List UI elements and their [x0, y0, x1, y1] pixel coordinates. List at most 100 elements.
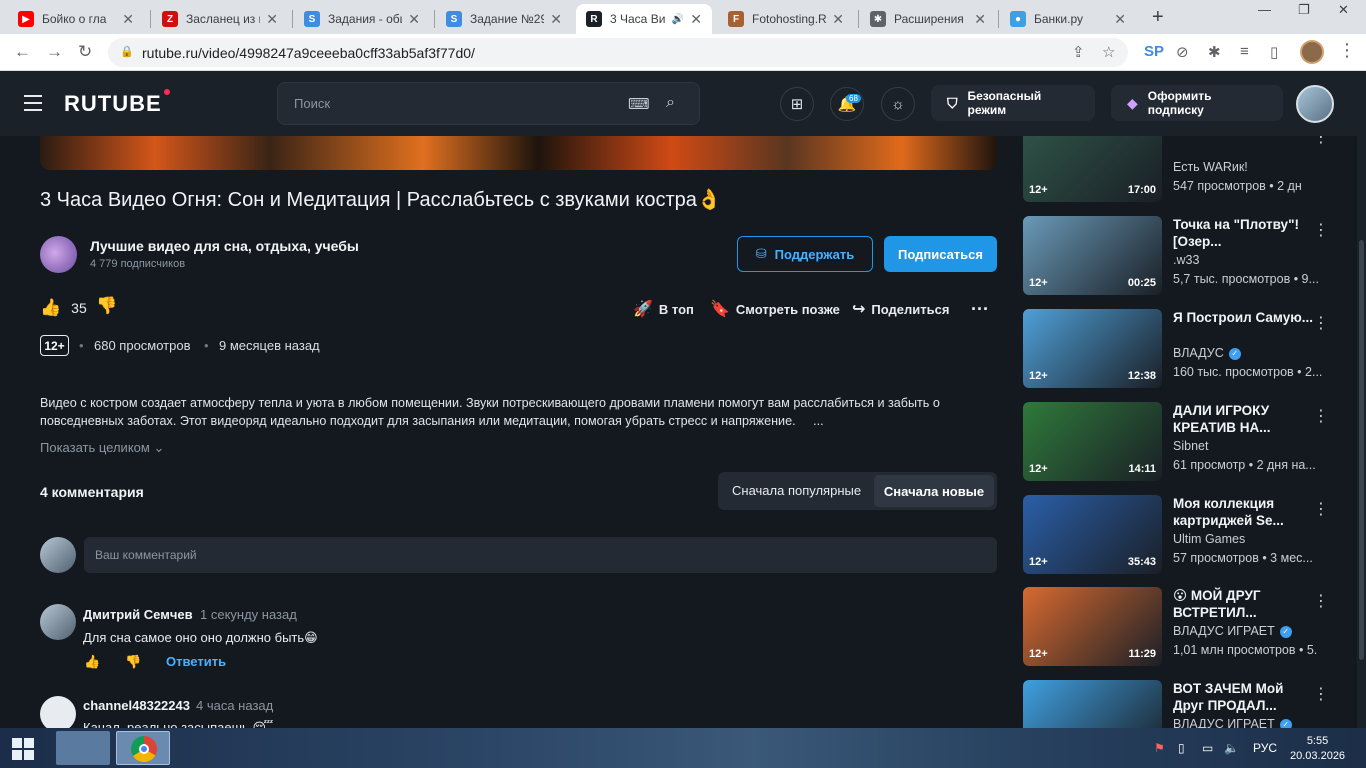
profile-avatar[interactable] — [1300, 40, 1324, 64]
browser-tab[interactable]: S Задание №29 ✕ — [436, 4, 572, 34]
support-button[interactable]: ⛁ Поддержать — [737, 236, 873, 272]
theme-sun-icon[interactable]: ☼ — [881, 87, 915, 121]
recommended-title[interactable]: Точка на "Плотву"! [Озер... — [1173, 216, 1313, 250]
comment-author-avatar[interactable] — [40, 604, 76, 640]
more-vertical-icon[interactable]: ⋮ — [1313, 220, 1329, 240]
recommended-channel[interactable]: Есть WARик! — [1173, 160, 1248, 174]
more-vertical-icon[interactable]: ⋮ — [1313, 406, 1329, 426]
thumbs-down-icon[interactable]: 👎 — [96, 296, 117, 316]
video-player[interactable] — [40, 136, 997, 170]
browser-tab[interactable]: ✱ Расширения ✕ — [860, 4, 996, 34]
recommended-video-card[interactable]: 12+ 14:11 ДАЛИ ИГРОКУ КРЕАТИВ НА... ⋮ Sibnet… — [1023, 402, 1343, 482]
recommended-title[interactable]: 😮 МОЙ ДРУГ ВСТРЕТИЛ... — [1173, 587, 1313, 621]
watch-later-button[interactable]: 🔖 Смотреть позже — [710, 299, 840, 319]
new-tab-button[interactable]: + — [1152, 6, 1164, 29]
safe-mode-button[interactable]: ⛉ Безопасный режим — [931, 85, 1095, 121]
share-page-icon[interactable]: ⇪ — [1072, 43, 1085, 61]
restore-button[interactable]: ❐ — [1298, 2, 1310, 18]
volume-icon[interactable]: 🔈 — [1224, 741, 1239, 755]
recommended-channel[interactable]: ВЛАДУС ✓ — [1173, 346, 1241, 360]
search-input[interactable]: Поиск — [294, 96, 330, 111]
search-icon[interactable]: ⌕ — [666, 94, 675, 112]
channel-name[interactable]: Лучшие видео для сна, отдыха, учебы — [90, 238, 359, 254]
search-box[interactable]: Поиск ⌨ ⌕ — [277, 82, 700, 125]
rutube-logo[interactable]: RUTUBE — [64, 89, 170, 117]
comment-author-avatar[interactable] — [40, 696, 76, 732]
video-thumbnail[interactable]: 12+ 35:43 — [1023, 495, 1162, 574]
tab-close-icon[interactable]: ✕ — [1114, 11, 1126, 28]
share-button[interactable]: ↪ Поделиться — [852, 299, 949, 319]
recommended-video-card[interactable]: 12+ 12:38 Я Построил Самую... ⋮ ВЛАДУС ✓ 160 т… — [1023, 309, 1343, 389]
like-button[interactable]: 👍 35 — [40, 298, 87, 318]
comment-reply-link[interactable]: Ответить — [166, 654, 226, 669]
tray-device-icon[interactable]: ▯ — [1178, 741, 1185, 755]
browser-tab[interactable]: F Fotohosting.Ru ✕ — [718, 4, 854, 34]
more-vertical-icon[interactable]: ⋮ — [1313, 499, 1329, 519]
comment-like-icon[interactable]: 👍 — [84, 654, 100, 670]
extension-sp-icon[interactable]: SP — [1144, 43, 1164, 60]
tab-close-icon[interactable]: ✕ — [122, 11, 134, 28]
bookmark-star-icon[interactable]: ☆ — [1102, 43, 1115, 61]
more-vertical-icon[interactable]: ⋮ — [1313, 591, 1329, 611]
tab-close-icon[interactable]: ✕ — [690, 11, 702, 28]
video-thumbnail[interactable]: 12+ 00:25 — [1023, 216, 1162, 295]
language-indicator[interactable]: РУС — [1253, 741, 1277, 755]
taskbar-app-chrome[interactable] — [116, 731, 170, 765]
extensions-puzzle-icon[interactable]: ✱ — [1208, 43, 1221, 61]
browser-tab[interactable]: ▶ Бойко о гла ✕ — [8, 4, 144, 34]
close-window-button[interactable]: ✕ — [1338, 2, 1349, 18]
channel-avatar[interactable] — [40, 236, 77, 273]
page-scrollbar[interactable] — [1357, 136, 1366, 728]
video-thumbnail[interactable]: 12+ 12:38 — [1023, 309, 1162, 388]
video-thumbnail[interactable]: 12+ 11:29 — [1023, 587, 1162, 666]
recommended-video-card[interactable]: 12+ 35:43 Моя коллекция картриджей Se... ⋮ U… — [1023, 495, 1343, 575]
browser-tab[interactable]: Z Засланец из к ✕ — [152, 4, 288, 34]
video-thumbnail[interactable]: 12+ 14:11 — [1023, 402, 1162, 481]
recommended-channel[interactable]: Sibnet — [1173, 439, 1208, 453]
tray-display-icon[interactable]: ▭ — [1202, 741, 1213, 755]
recommended-title[interactable]: Моя коллекция картриджей Se... — [1173, 495, 1313, 529]
subscribe-button[interactable]: Подписаться — [884, 236, 997, 272]
forward-button[interactable]: → — [46, 42, 63, 62]
recommended-video-card[interactable]: 12+ 11:29 😮 МОЙ ДРУГ ВСТРЕТИЛ... ⋮ ВЛАДУС ИГ… — [1023, 587, 1343, 667]
browser-tab[interactable]: ● Банки.ру ✕ — [1000, 4, 1136, 34]
side-panel-icon[interactable]: ▯ — [1270, 43, 1278, 61]
comment-author[interactable]: channel48322243 — [83, 698, 190, 713]
tab-close-icon[interactable]: ✕ — [550, 11, 562, 28]
keyboard-icon[interactable]: ⌨ — [628, 95, 650, 113]
address-bar[interactable]: 🔒 rutube.ru/video/4998247a9ceeeba0cff33a… — [108, 38, 1128, 67]
recommended-title[interactable]: ВОТ ЗАЧЕМ Мой Друг ПРОДАЛ... — [1173, 680, 1313, 714]
recommended-channel[interactable]: .w33 — [1173, 253, 1199, 267]
recommended-title[interactable]: Я Построил Самую... — [1173, 309, 1313, 326]
browser-menu-icon[interactable]: ⋮ — [1338, 40, 1356, 61]
network-warning-icon[interactable]: ⚑ — [1154, 741, 1165, 755]
notifications-bell-icon[interactable]: 🔔 — [830, 87, 864, 121]
comment-input[interactable]: Ваш комментарий — [84, 537, 997, 573]
get-subscription-button[interactable]: ◆ Оформить подписку — [1111, 85, 1283, 121]
tab-close-icon[interactable]: ✕ — [266, 11, 278, 28]
tab-audio-icon[interactable]: 🔊 — [672, 14, 684, 25]
upload-icon[interactable]: ⊞ — [780, 87, 814, 121]
recommended-channel[interactable]: Ultim Games — [1173, 532, 1245, 546]
media-control-icon[interactable]: ≡ — [1240, 43, 1249, 60]
comment-author[interactable]: Дмитрий Семчев — [83, 607, 193, 622]
system-clock[interactable]: 5:55 20.03.2026 — [1290, 734, 1345, 764]
back-button[interactable]: ← — [14, 42, 31, 62]
minimize-button[interactable]: — — [1258, 2, 1271, 17]
sort-popular-button[interactable]: Сначала популярные — [732, 483, 861, 498]
more-vertical-icon[interactable]: ⋮ — [1313, 313, 1329, 333]
recommended-channel[interactable]: ВЛАДУС ИГРАЕТ ✓ — [1173, 624, 1292, 638]
recommended-title[interactable]: ДАЛИ ИГРОКУ КРЕАТИВ НА... — [1173, 402, 1313, 436]
more-options-icon[interactable]: ··· — [971, 299, 989, 320]
reload-button[interactable]: ↻ — [78, 42, 92, 62]
user-avatar[interactable] — [1296, 85, 1334, 123]
show-full-description-link[interactable]: Показать целиком ⌄ — [40, 440, 164, 456]
browser-tab[interactable]: R 3 Часа Ви 🔊 ✕ — [576, 4, 712, 34]
tab-close-icon[interactable]: ✕ — [974, 11, 986, 28]
browser-tab[interactable]: S Задания - общ ✕ — [294, 4, 430, 34]
sort-new-button[interactable]: Сначала новые — [874, 475, 994, 507]
to-top-button[interactable]: 🚀 В топ — [633, 299, 694, 319]
tab-close-icon[interactable]: ✕ — [408, 11, 420, 28]
extension-compass-icon[interactable]: ⊘ — [1176, 43, 1189, 61]
comment-dislike-icon[interactable]: 👎 — [125, 654, 141, 670]
